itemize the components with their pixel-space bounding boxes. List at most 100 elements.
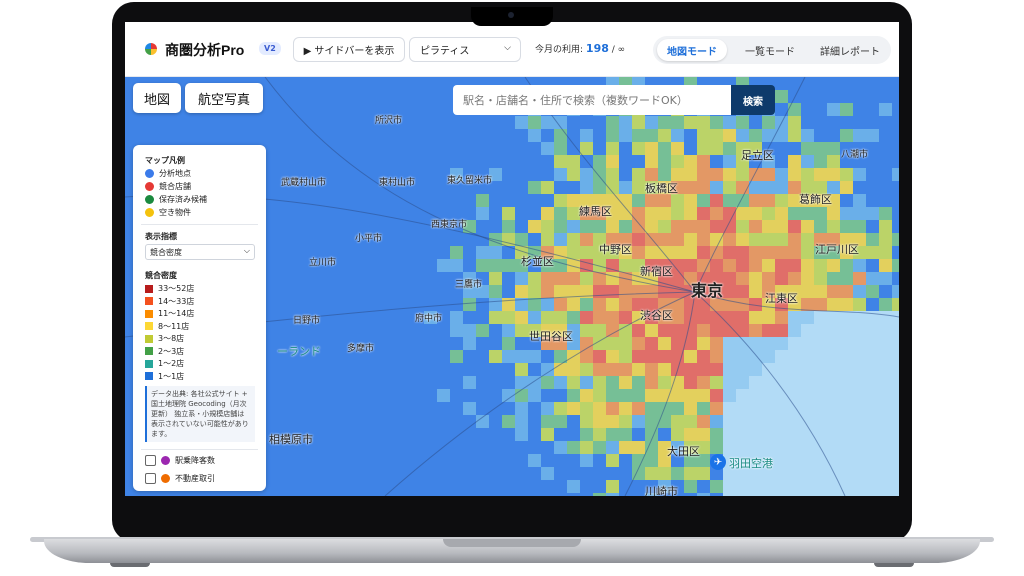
heatmap-cell [424, 363, 437, 376]
heatmap-cell [398, 155, 411, 168]
heatmap-cell [840, 77, 853, 90]
heatmap-cell [697, 428, 710, 441]
heatmap-cell [489, 402, 502, 415]
heatmap-cell [710, 181, 723, 194]
heatmap-cell [723, 142, 736, 155]
heatmap-cell [359, 194, 372, 207]
heatmap-cell [541, 285, 554, 298]
density-swatch [145, 297, 153, 305]
map-label-sagamihara: 相模原市 [269, 433, 313, 446]
heatmap-cell [645, 376, 658, 389]
heatmap-cell [554, 428, 567, 441]
heatmap-cell [853, 363, 866, 376]
heatmap-cell [463, 363, 476, 376]
heatmap-cell [619, 285, 632, 298]
heatmap-cell [294, 467, 307, 480]
heatmap-cell [619, 311, 632, 324]
tab-map-mode[interactable]: 地図モード [657, 39, 727, 61]
heatmap-cell [541, 311, 554, 324]
search-button[interactable]: 検索 [731, 85, 775, 115]
heatmap-cell [801, 246, 814, 259]
heatmap-cell [294, 90, 307, 103]
heatmap-cell [801, 259, 814, 272]
heatmap-cell [346, 415, 359, 428]
heatmap-cell [775, 467, 788, 480]
search-input[interactable]: 駅名・店舗名・住所で検索（複数ワードOK） [453, 85, 731, 115]
heatmap-cell [307, 376, 320, 389]
heatmap-cell [177, 493, 190, 496]
heatmap-cell [801, 324, 814, 337]
heatmap-cell [268, 142, 281, 155]
heatmap-cell [788, 415, 801, 428]
density-swatch [145, 359, 153, 368]
heatmap-cell [671, 467, 684, 480]
heatmap-cell [671, 324, 684, 337]
tab-detail-report[interactable]: 詳細レポート [811, 39, 889, 61]
heatmap-cell [814, 480, 827, 493]
heatmap-cell [411, 441, 424, 454]
heatmap-cell [333, 142, 346, 155]
heatmap-cell [723, 272, 736, 285]
layer-toggle-realestate[interactable]: 不動産取引 [145, 473, 215, 484]
density-map[interactable]: 東京 練馬区 板橋区 中野区 新宿区 杉並区 世田谷区 渋谷区 足立区 葛飾区 … [125, 77, 899, 496]
heatmap-cell [385, 337, 398, 350]
heatmap-cell [580, 116, 593, 129]
heatmap-cell [632, 181, 645, 194]
checkbox[interactable] [145, 455, 156, 466]
checkbox[interactable] [145, 473, 156, 484]
heatmap-cell [450, 467, 463, 480]
show-sidebar-button[interactable]: ▶ サイドバーを表示 [293, 37, 405, 62]
heatmap-cell [580, 480, 593, 493]
heatmap-cell [723, 181, 736, 194]
heatmap-cell [762, 259, 775, 272]
heatmap-cell [333, 77, 346, 90]
metric-select[interactable]: 競合密度 ⌵ [145, 244, 255, 260]
heatmap-cell [762, 402, 775, 415]
heatmap-cell [268, 402, 281, 415]
heatmap-cell [840, 103, 853, 116]
heatmap-cell [398, 415, 411, 428]
heatmap-cell [515, 168, 528, 181]
heatmap-cell [606, 324, 619, 337]
heatmap-cell [502, 129, 515, 142]
heatmap-cell [541, 181, 554, 194]
heatmap-cell [788, 376, 801, 389]
map-view-button[interactable]: 地図 [133, 83, 181, 113]
heatmap-cell [762, 480, 775, 493]
heatmap-cell [554, 142, 567, 155]
heatmap-cell [866, 324, 879, 337]
heatmap-cell [580, 415, 593, 428]
heatmap-cell [333, 116, 346, 129]
heatmap-cell [385, 246, 398, 259]
heatmap-cell [853, 454, 866, 467]
heatmap-cell [658, 129, 671, 142]
heatmap-cell [450, 337, 463, 350]
heatmap-cell [619, 337, 632, 350]
heatmap-cell [879, 298, 892, 311]
heatmap-cell [645, 324, 658, 337]
heatmap-cell [541, 376, 554, 389]
tab-list-mode[interactable]: 一覧モード [733, 39, 807, 61]
heatmap-cell [281, 415, 294, 428]
heatmap-cell [359, 259, 372, 272]
heatmap-cell [697, 324, 710, 337]
heatmap-cell [827, 142, 840, 155]
layer-toggle-station[interactable]: 駅乗降客数 [145, 455, 215, 466]
heatmap-cell [515, 441, 528, 454]
map-label-nerima: 練馬区 [579, 205, 612, 218]
aerial-view-button[interactable]: 航空写真 [185, 83, 263, 113]
heatmap-cell [749, 493, 762, 496]
legend-divider [141, 449, 258, 450]
heatmap-cell [502, 402, 515, 415]
heatmap-cell [645, 155, 658, 168]
heatmap-cell [385, 142, 398, 155]
heatmap-cell [554, 168, 567, 181]
heatmap-cell [372, 454, 385, 467]
brand-select[interactable]: ピラティス ⌵ [409, 37, 521, 62]
heatmap-cell [606, 389, 619, 402]
heatmap-cell [814, 220, 827, 233]
heatmap-cell [814, 207, 827, 220]
map-label-koto: 江東区 [765, 292, 798, 305]
heatmap-cell [801, 129, 814, 142]
heatmap-cell [853, 129, 866, 142]
